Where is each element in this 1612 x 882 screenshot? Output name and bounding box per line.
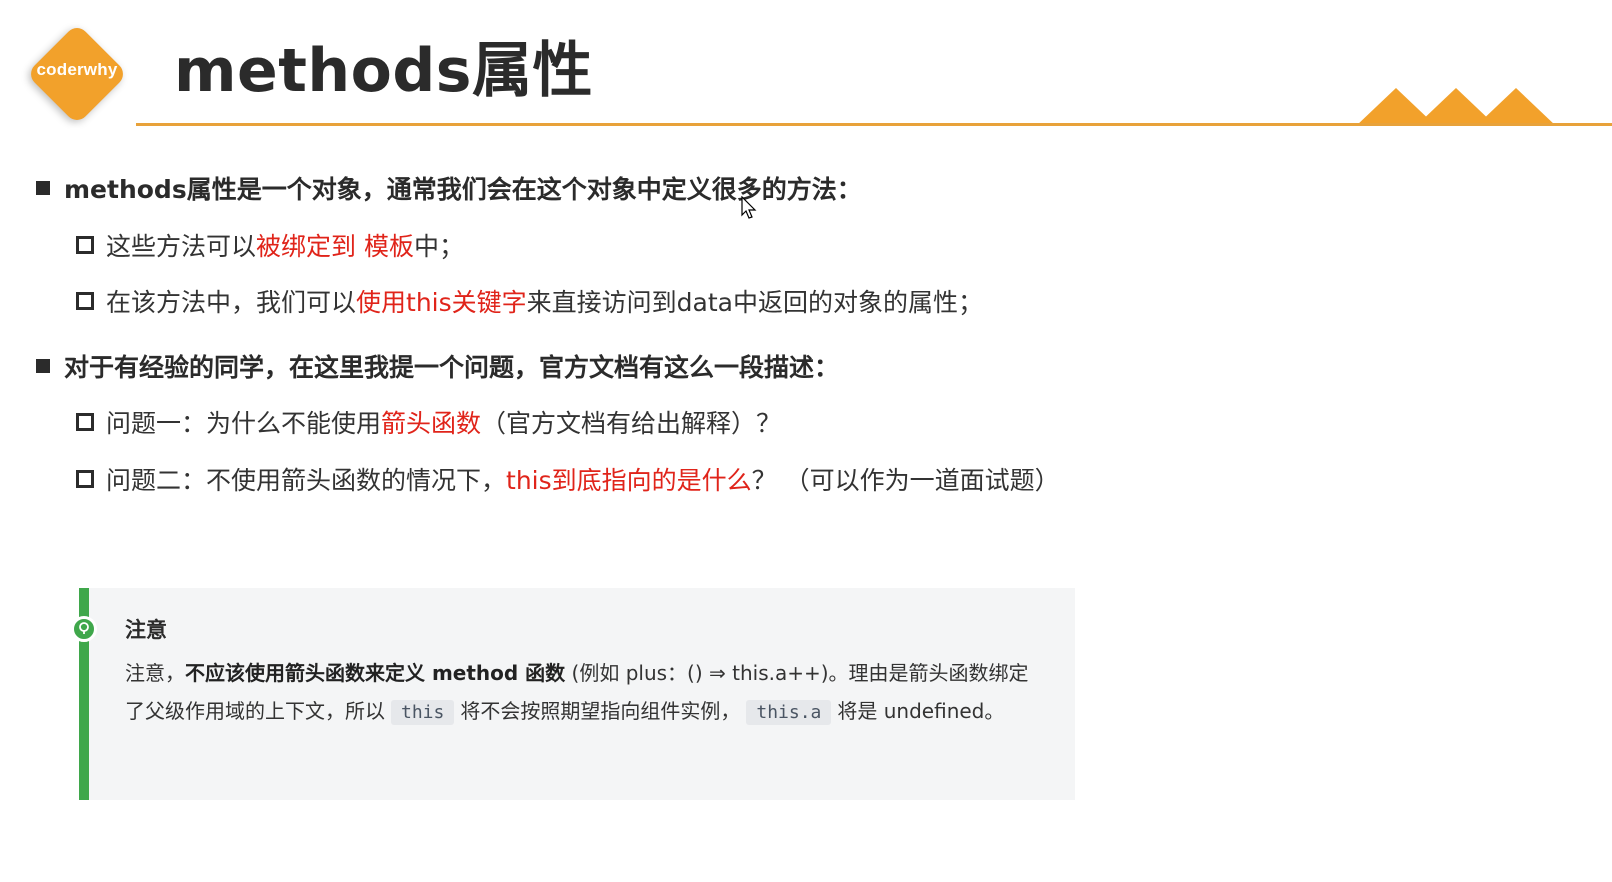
- note-callout: 注意 注意，不应该使用箭头函数来定义 method 函数 (例如 plus：()…: [71, 588, 1075, 800]
- bullet-square-icon: [36, 181, 50, 195]
- bullet-1: methods属性是一个对象，通常我们会在这个对象中定义很多的方法：: [36, 170, 862, 206]
- sub-bullet-text: ？ （可以作为一道面试题）: [751, 466, 1060, 495]
- lightbulb-icon: [71, 616, 97, 642]
- sub-bullet-highlight: 使用this关键字: [356, 288, 527, 317]
- logo-text: coderwhy: [36, 60, 118, 79]
- hollow-square-icon: [76, 413, 94, 431]
- sub-bullet-text: 问题二：不使用箭头函数的情况下，: [106, 466, 507, 495]
- sub-bullet-text: 在该方法中，我们可以: [106, 288, 357, 317]
- slide: coderwhy methods属性 methods属性是一个对象，通常我们会在…: [0, 0, 1612, 882]
- coderwhy-logo: coderwhy: [26, 23, 128, 125]
- sub-bullet-2-1: 问题一：为什么不能使用 箭头函数 （官方文档有给出解释）？: [76, 404, 781, 440]
- sub-bullet-1-1: 这些方法可以 被绑定到 模板 中；: [76, 227, 464, 263]
- header-rule: [136, 123, 1612, 126]
- bullet-2-text: 对于有经验的同学，在这里我提一个问题，官方文档有这么一段描述：: [64, 353, 840, 382]
- hollow-square-icon: [76, 470, 94, 488]
- sub-bullet-highlight: 箭头函数: [381, 409, 482, 438]
- bullet-square-icon: [36, 359, 50, 373]
- sub-bullet-text: 来直接访问到data中返回的对象的属性；: [526, 288, 983, 317]
- sub-bullet-highlight: this到底指向的是什么: [506, 466, 752, 495]
- hollow-square-icon: [76, 292, 94, 310]
- inline-code: this: [391, 700, 455, 725]
- mouse-cursor-icon: [741, 196, 757, 219]
- sub-bullet-text: （官方文档有给出解释）？: [481, 409, 782, 438]
- mountains-decoration: [1356, 88, 1556, 126]
- note-text: 注意，: [125, 661, 185, 685]
- note-text: 将不会按照期望指向组件实例，: [460, 699, 741, 723]
- sub-bullet-1-2: 在该方法中，我们可以 使用this关键字 来直接访问到data中返回的对象的属性；: [76, 283, 983, 319]
- note-bold-text: 不应该使用箭头函数来定义 method 函数: [185, 661, 566, 685]
- note-body: 注意，不应该使用箭头函数来定义 method 函数 (例如 plus：() ⇒ …: [125, 654, 1037, 732]
- hollow-square-icon: [76, 236, 94, 254]
- note-text: 将是 undefined。: [837, 699, 1005, 723]
- sub-bullet-text: 中；: [413, 232, 464, 261]
- slide-title: methods属性: [174, 36, 593, 106]
- sub-bullet-text: 这些方法可以: [106, 232, 257, 261]
- note-title: 注意: [125, 618, 167, 642]
- inline-code: this.a: [746, 700, 832, 725]
- bullet-2: 对于有经验的同学，在这里我提一个问题，官方文档有这么一段描述：: [36, 348, 839, 384]
- sub-bullet-highlight: 被绑定到 模板: [256, 232, 414, 261]
- sub-bullet-2-2: 问题二：不使用箭头函数的情况下， this到底指向的是什么？ （可以作为一道面试题…: [76, 461, 1060, 497]
- sub-bullet-text: 问题一：为什么不能使用: [106, 409, 382, 438]
